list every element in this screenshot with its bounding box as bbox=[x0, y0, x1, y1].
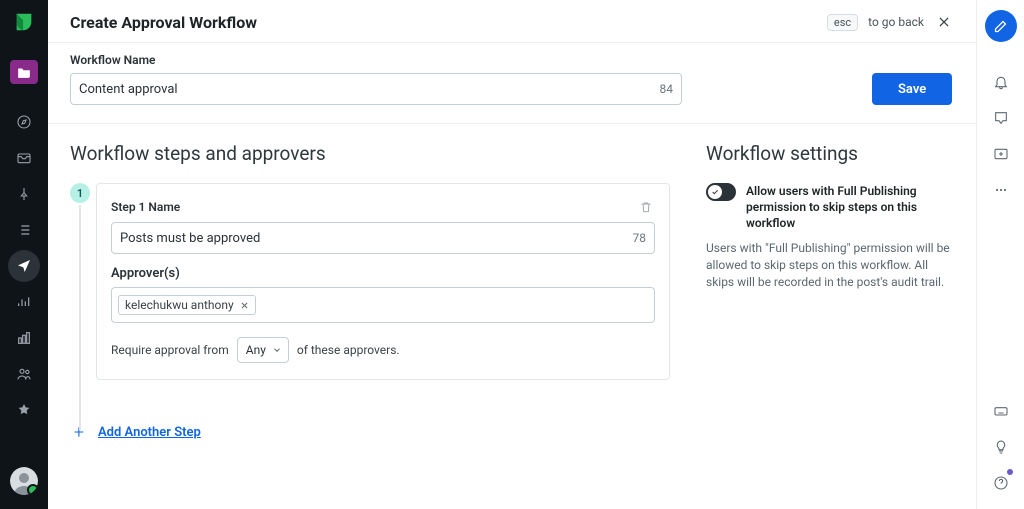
step-card: Step 1 Name 78 Approver(s) k bbox=[96, 183, 670, 380]
app-logo bbox=[12, 10, 36, 34]
nav-folder-icon[interactable] bbox=[10, 60, 38, 84]
user-avatar[interactable] bbox=[10, 467, 38, 495]
steps-heading: Workflow steps and approvers bbox=[70, 142, 670, 165]
approvers-input[interactable]: kelechukwu anthony bbox=[111, 287, 655, 323]
nav-pin-icon[interactable] bbox=[8, 178, 40, 210]
add-media-icon[interactable] bbox=[985, 138, 1017, 170]
approver-chip-name: kelechukwu anthony bbox=[125, 298, 234, 312]
skip-steps-toggle-label: Allow users with Full Publishing permiss… bbox=[746, 183, 954, 232]
help-icon[interactable] bbox=[985, 467, 1017, 499]
workflow-name-label: Workflow Name bbox=[70, 53, 682, 67]
require-suffix: of these approvers. bbox=[297, 343, 400, 357]
nav-send-icon[interactable] bbox=[8, 250, 40, 282]
workflow-name-section: Workflow Name 84 Save bbox=[48, 43, 976, 124]
settings-description: Users with "Full Publishing" permission … bbox=[706, 240, 954, 292]
step-name-input-wrap: 78 bbox=[111, 222, 655, 254]
nav-analytics-icon[interactable] bbox=[8, 286, 40, 318]
page-header: Create Approval Workflow esc to go back bbox=[48, 0, 976, 43]
add-step-button[interactable]: Add Another Step bbox=[98, 425, 201, 440]
nav-star-icon[interactable] bbox=[8, 394, 40, 426]
skip-steps-toggle[interactable] bbox=[706, 183, 736, 201]
approvers-label: Approver(s) bbox=[111, 266, 655, 281]
workflow-name-remaining: 84 bbox=[654, 82, 674, 96]
add-step-row: + Add Another Step bbox=[70, 422, 670, 443]
lightbulb-icon[interactable] bbox=[985, 431, 1017, 463]
save-button[interactable]: Save bbox=[872, 73, 952, 105]
esc-key-hint: esc bbox=[827, 14, 858, 31]
nav-bar-chart-icon[interactable] bbox=[8, 322, 40, 354]
workflow-name-input-wrap: 84 bbox=[70, 73, 682, 105]
keyboard-icon[interactable] bbox=[985, 395, 1017, 427]
notifications-icon[interactable] bbox=[985, 66, 1017, 98]
delete-step-icon[interactable] bbox=[637, 198, 655, 216]
go-back-hint: to go back bbox=[868, 15, 924, 29]
step-connector-line bbox=[79, 205, 81, 430]
approver-chip: kelechukwu anthony bbox=[118, 295, 256, 315]
notification-dot bbox=[1007, 469, 1013, 475]
main-panel: Create Approval Workflow esc to go back … bbox=[48, 0, 976, 509]
step-number-badge: 1 bbox=[70, 183, 90, 203]
settings-section: Workflow settings Allow users with Full … bbox=[706, 142, 954, 489]
settings-heading: Workflow settings bbox=[706, 142, 954, 165]
nav-people-icon[interactable] bbox=[8, 358, 40, 390]
right-nav-rail bbox=[976, 0, 1024, 509]
steps-section: Workflow steps and approvers 1 Step 1 Na… bbox=[70, 142, 670, 489]
left-nav-rail bbox=[0, 0, 48, 509]
nav-compass-icon[interactable] bbox=[8, 106, 40, 138]
comments-icon[interactable] bbox=[985, 102, 1017, 134]
require-prefix: Require approval from bbox=[111, 343, 229, 357]
workflow-name-input[interactable] bbox=[79, 82, 654, 97]
page-title: Create Approval Workflow bbox=[70, 13, 257, 32]
chevron-down-icon bbox=[272, 345, 282, 355]
step-name-remaining: 78 bbox=[627, 231, 647, 245]
require-count-value: Any bbox=[246, 343, 266, 357]
step-name-label: Step 1 Name bbox=[111, 200, 180, 214]
require-count-select[interactable]: Any bbox=[237, 337, 289, 363]
nav-list-icon[interactable] bbox=[8, 214, 40, 246]
nav-inbox-icon[interactable] bbox=[8, 142, 40, 174]
step-row: 1 Step 1 Name 78 Appro bbox=[70, 183, 670, 380]
step-name-input[interactable] bbox=[120, 231, 627, 246]
more-icon[interactable] bbox=[985, 174, 1017, 206]
close-icon[interactable] bbox=[934, 12, 954, 32]
require-row: Require approval from Any of these appro… bbox=[111, 337, 655, 363]
compose-button[interactable] bbox=[985, 10, 1017, 42]
remove-approver-icon[interactable] bbox=[240, 301, 249, 310]
toggle-knob bbox=[708, 185, 722, 199]
